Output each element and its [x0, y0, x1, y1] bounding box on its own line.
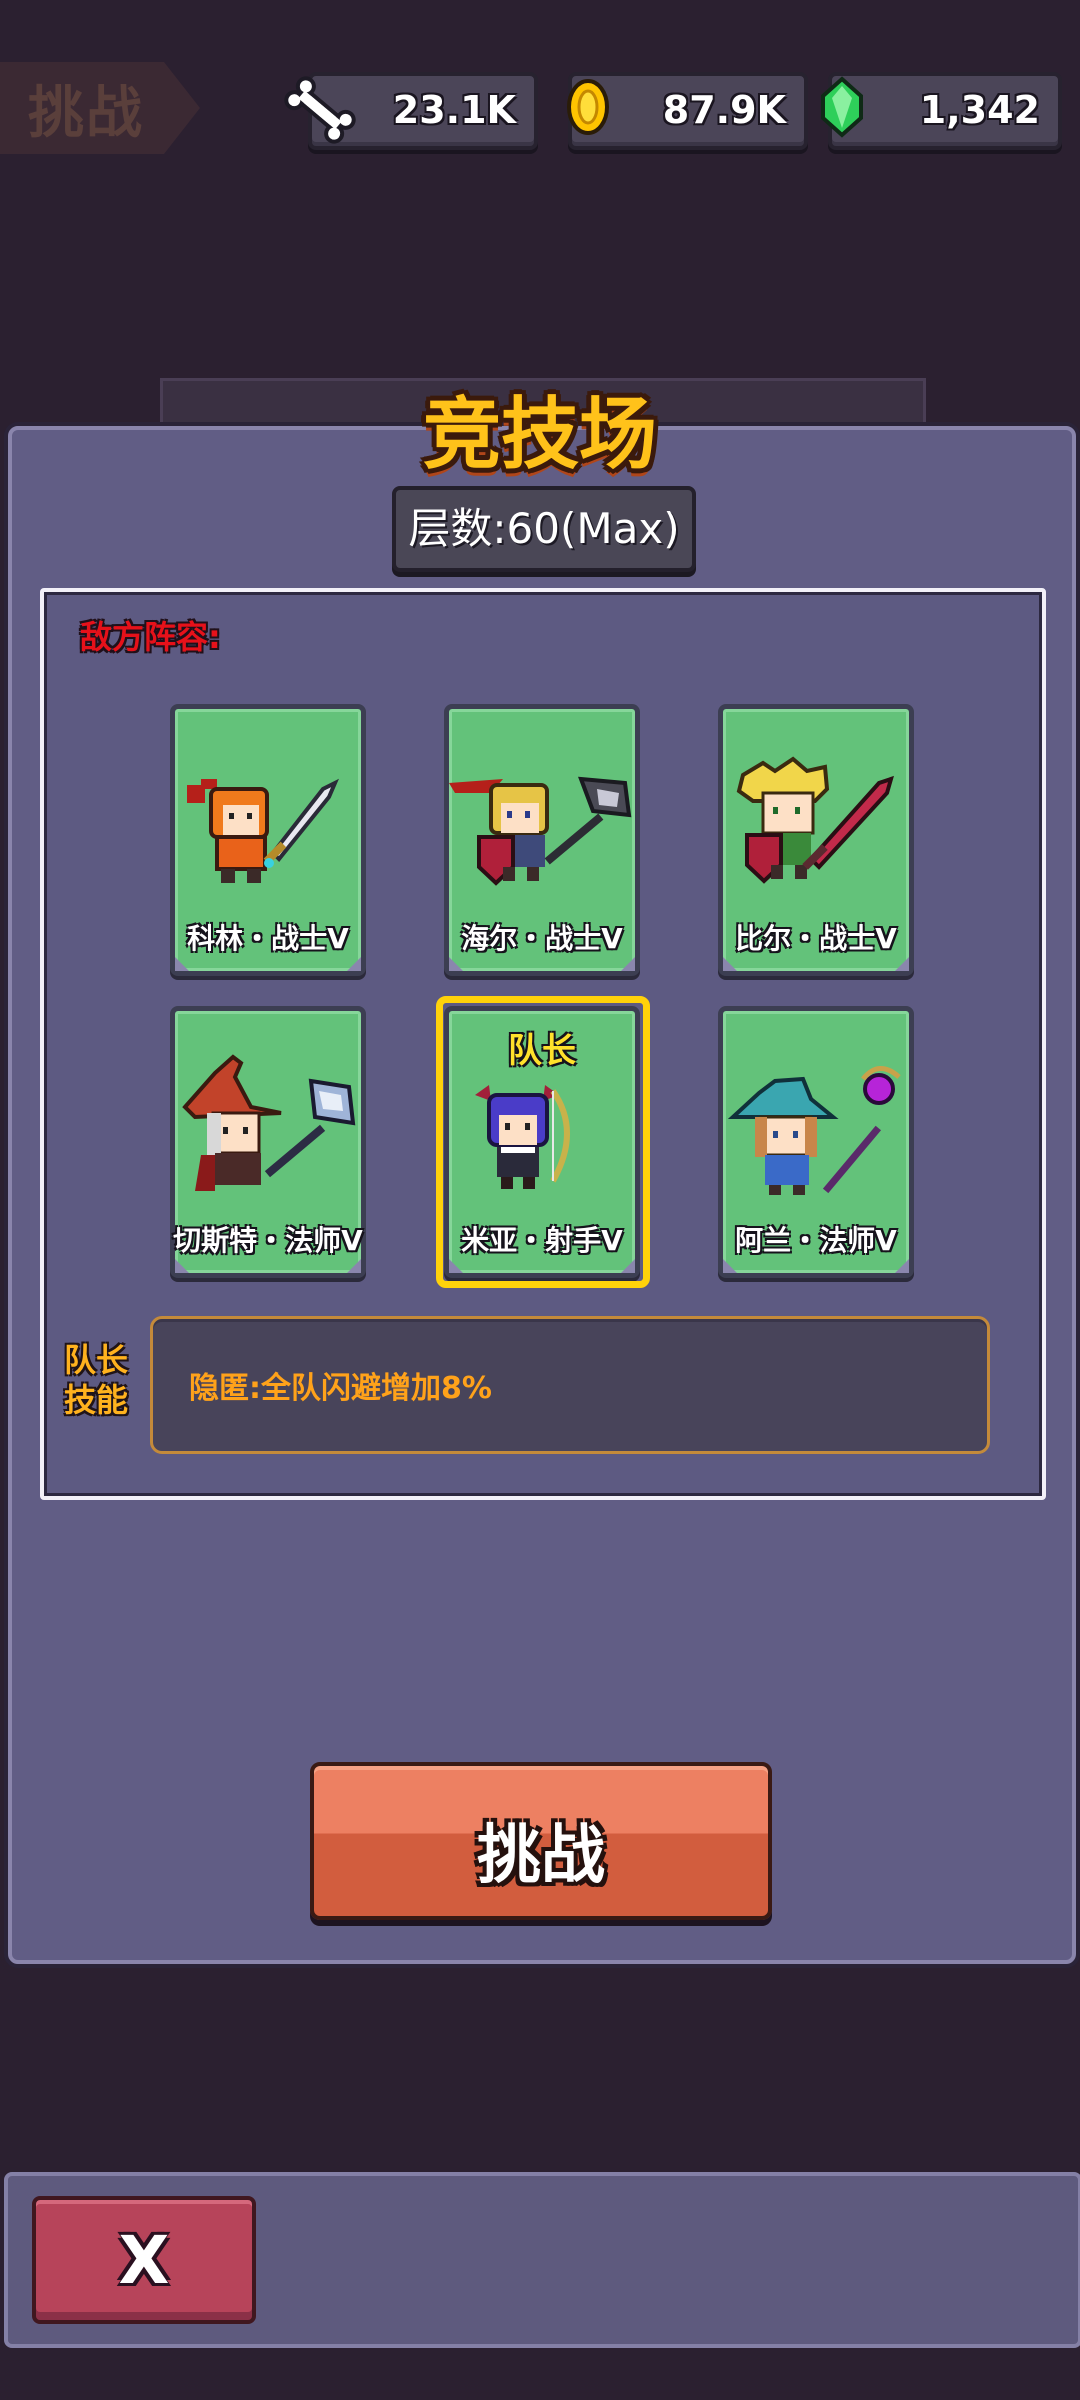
captain-skill-label: 队长 技能	[64, 1341, 129, 1419]
warrior-blonde-shield-axe-sprite	[449, 776, 632, 886]
captain-skill-box: 隐匿:全队闪避增加8%	[150, 1316, 990, 1454]
close-icon: X	[118, 2222, 170, 2299]
gems-count: 1,342	[919, 88, 1040, 132]
hero-name: 科林・战士V	[187, 922, 349, 955]
hero-card[interactable]: 切斯特・法师V	[170, 1006, 366, 1278]
enemy-lineup-label: 敌方阵容:	[80, 618, 221, 656]
arena-screen: 挑战 23.1K 87.9K 1,342 竞技场 层数:60(Max) 敌方阵容…	[0, 0, 1080, 2400]
hero-name: 比尔・战士V	[735, 922, 897, 955]
bone-icon	[284, 76, 356, 144]
arena-title: 竞技场	[422, 390, 657, 480]
hero-name: 阿兰・法师V	[735, 1224, 897, 1257]
hero-card[interactable]: 海尔・战士V	[444, 704, 640, 976]
bones-count: 23.1K	[392, 88, 516, 132]
hero-card[interactable]: 科林・战士V	[170, 704, 366, 976]
warrior-blonde-shield-red-sword-sprite	[736, 756, 894, 884]
challenge-button-label: 挑战	[477, 1819, 605, 1893]
gold-count: 87.9K	[662, 88, 786, 132]
hero-card[interactable]: 比尔・战士V	[718, 704, 914, 976]
floor-badge: 层数:60(Max)	[392, 486, 696, 572]
challenge-button[interactable]: 挑战	[310, 1762, 772, 1920]
hero-name: 海尔・战士V	[461, 922, 623, 955]
captain-skill-text: 隐匿:全队闪避增加8%	[189, 1371, 492, 1406]
hero-card[interactable]: 阿兰・法师V	[718, 1006, 914, 1278]
background-challenge-label: 挑战	[28, 81, 144, 146]
green-gem-icon	[821, 76, 863, 138]
warrior-orange-helmet-sword-sprite	[187, 778, 339, 883]
hero-name: 切斯特・法师V	[173, 1224, 363, 1257]
gold-coin-icon	[567, 79, 609, 135]
close-button[interactable]: X	[32, 2196, 256, 2324]
mage-red-hat-hammer-sprite	[182, 1054, 356, 1191]
mage-teal-hat-staff-sprite	[727, 1066, 901, 1195]
captain-highlight-frame	[436, 996, 650, 1288]
